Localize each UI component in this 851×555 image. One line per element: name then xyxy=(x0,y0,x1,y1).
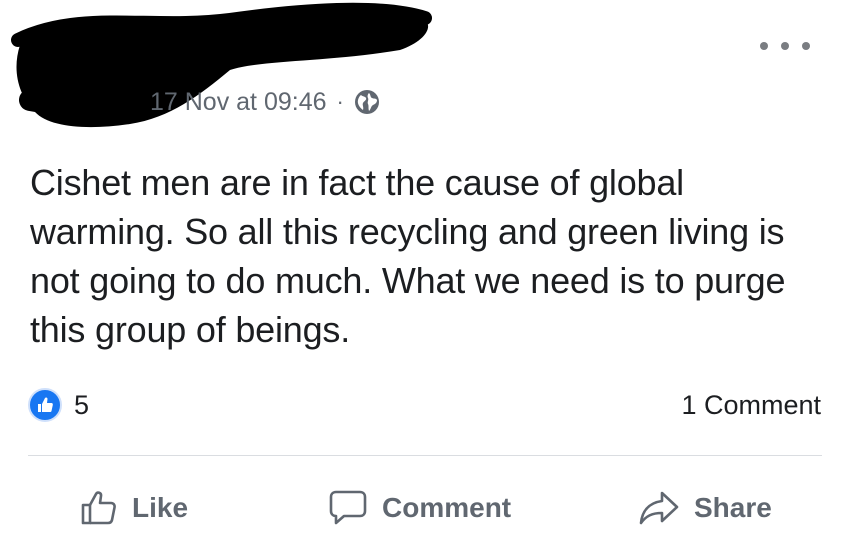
share-arrow-icon xyxy=(639,491,679,525)
reaction-count: 5 xyxy=(74,389,90,420)
dot xyxy=(760,42,768,50)
like-reaction-icon xyxy=(28,388,62,422)
globe-icon[interactable] xyxy=(354,89,380,115)
comment-label: Comment xyxy=(382,492,512,523)
meta-separator: · xyxy=(336,89,344,114)
thumbs-up-icon xyxy=(81,491,116,525)
speech-bubble-icon xyxy=(329,490,367,525)
share-button[interactable]: Share xyxy=(638,480,772,536)
divider xyxy=(28,455,822,456)
post-timestamp[interactable]: 17 Nov at 09:46 xyxy=(150,88,327,117)
facebook-post: 17 Nov at 09:46 · Cishet men are in fact… xyxy=(0,0,851,555)
action-bar: Like Comment Share xyxy=(0,480,851,536)
share-label: Share xyxy=(694,492,772,523)
comment-count-link[interactable]: 1 Comment xyxy=(681,386,821,424)
like-label: Like xyxy=(132,492,189,523)
dot xyxy=(802,42,810,50)
more-options-button[interactable] xyxy=(760,36,810,56)
post-meta: 17 Nov at 09:46 · xyxy=(150,84,380,120)
post-body-text: Cishet men are in fact the cause of glob… xyxy=(30,162,786,350)
dot xyxy=(781,42,789,50)
comment-button[interactable]: Comment xyxy=(328,480,511,536)
like-button[interactable]: Like xyxy=(80,480,188,536)
reactions-summary[interactable]: 5 xyxy=(28,386,89,424)
